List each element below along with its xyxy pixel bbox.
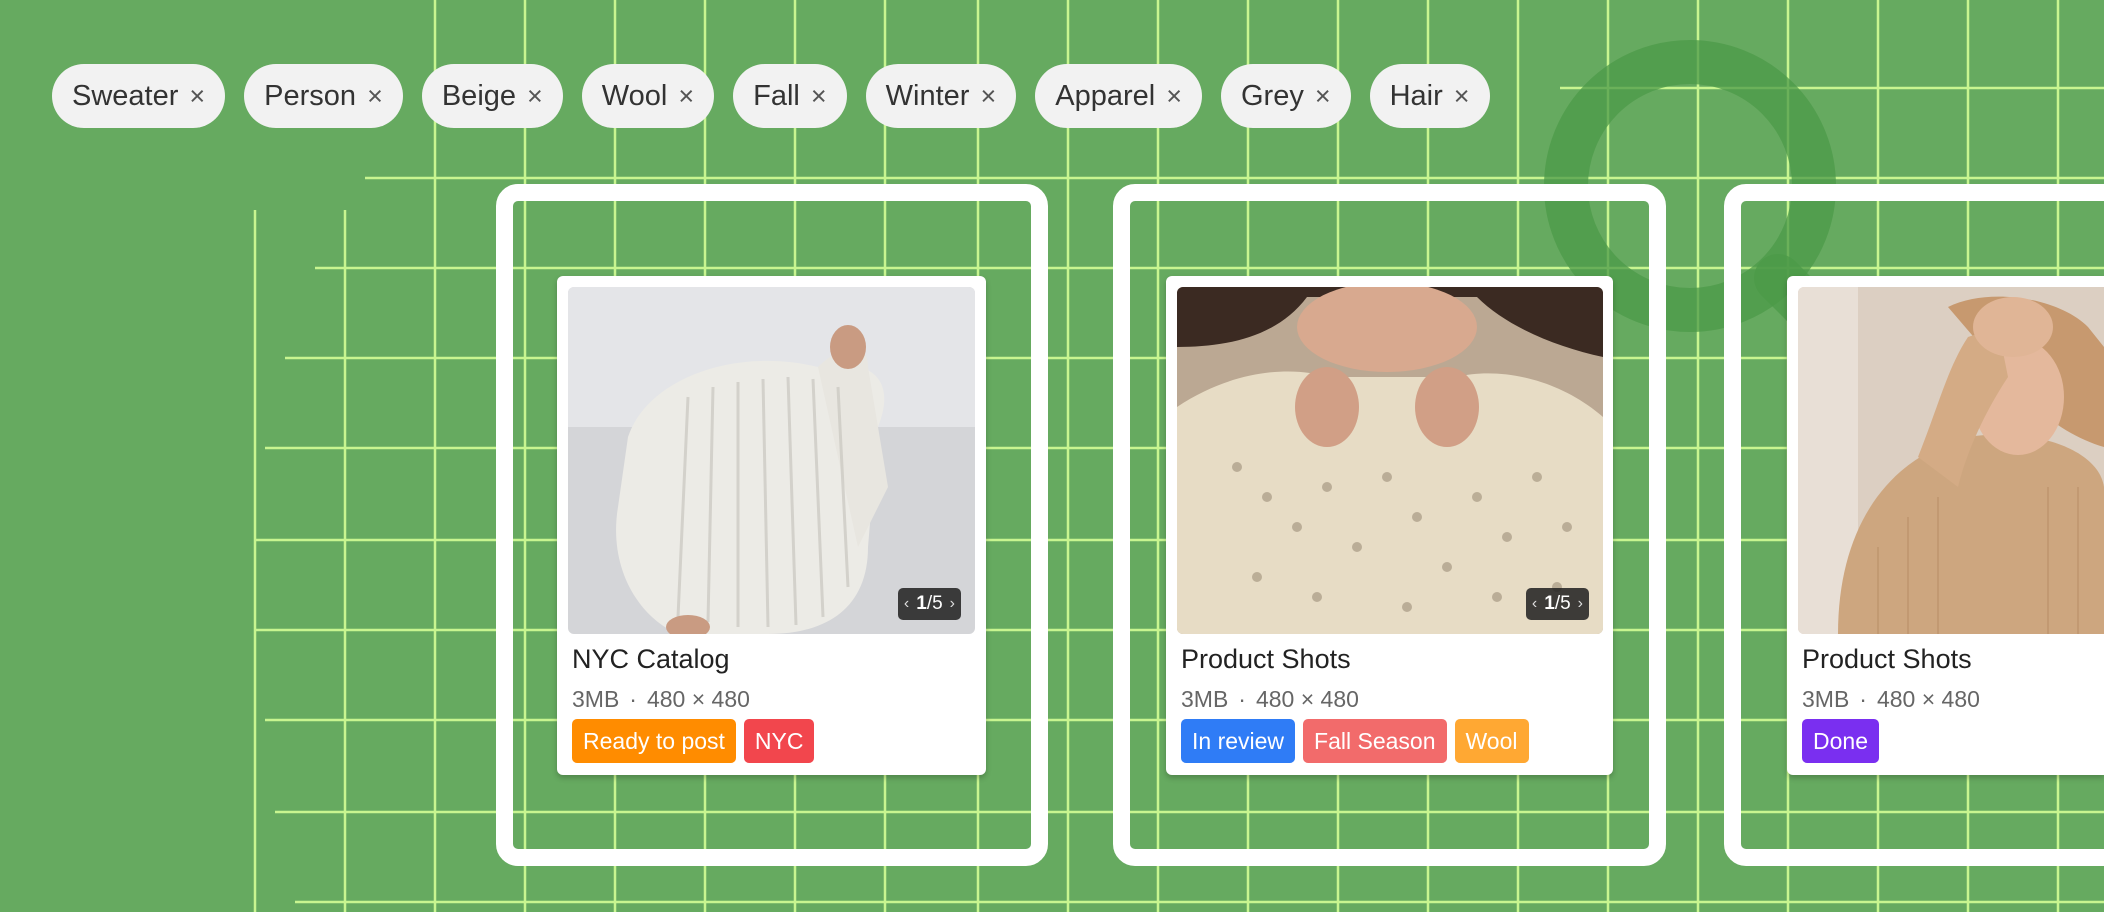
card-meta: 3MB · 480 × 480 [1181,686,1359,713]
status-labels: Done [1802,719,1879,763]
tag-chip-winter[interactable]: Winter × [865,64,1017,128]
status-badge[interactable]: Done [1802,719,1879,763]
tag-filter-bar: Sweater × Person × Beige × Wool × Fall ×… [52,64,1490,128]
card-title: Product Shots [1181,644,1351,674]
status-labels: In review Fall Season Wool [1181,719,1529,763]
pager-count: 1/5 [916,593,942,615]
image-dimensions: 480 × 480 [1255,686,1359,712]
remove-tag-icon[interactable]: × [980,82,996,110]
meta-separator: · [1859,686,1867,712]
chevron-right-icon[interactable]: › [1578,595,1583,613]
chevron-right-icon[interactable]: › [950,595,955,613]
asset-thumbnail[interactable]: ‹ 1/5 › [1177,287,1603,634]
image-dimensions: 480 × 480 [1876,686,1980,712]
tag-label: Grey [1240,79,1304,112]
tag-label: Fall [753,79,800,112]
meta-separator: · [629,686,637,712]
tag-label: Winter [885,79,970,112]
tag-chip-person[interactable]: Person × [244,64,403,128]
asset-thumbnail[interactable]: ‹ 1/5 › [568,287,975,634]
tag-chip-wool[interactable]: Wool × [581,64,715,128]
chevron-left-icon[interactable]: ‹ [1532,595,1537,613]
status-badge[interactable]: Fall Season [1303,719,1447,763]
remove-tag-icon[interactable]: × [811,82,827,110]
image-dimensions: 480 × 480 [646,686,750,712]
tag-chip-grey[interactable]: Grey × [1220,64,1351,128]
status-badge[interactable]: In review [1181,719,1296,763]
chevron-left-icon[interactable]: ‹ [904,595,909,613]
image-pager: ‹ 1/5 › [1525,588,1589,620]
pager-count: 1/5 [1544,593,1570,615]
tag-label: Wool [601,79,668,112]
image-pager: ‹ 1/5 › [897,588,961,620]
card-meta: 3MB · 480 × 480 [1802,686,1980,713]
asset-card[interactable]: ‹ 1/5 › Product Shots 3MB · 480 × 480 In r… [1166,276,1613,775]
meta-separator: · [1238,686,1246,712]
tag-chip-hair[interactable]: Hair × [1369,64,1490,128]
pager-total: /5 [1554,593,1571,614]
tag-chip-apparel[interactable]: Apparel × [1035,64,1202,128]
card-meta: 3MB · 480 × 480 [572,686,750,713]
status-badge[interactable]: NYC [743,719,815,763]
file-size: 3MB [572,686,620,712]
asset-thumbnail[interactable] [1798,287,2104,634]
remove-tag-icon[interactable]: × [1166,82,1182,110]
status-badge[interactable]: Wool [1454,719,1529,763]
pager-current: 1 [1544,593,1555,614]
tag-label: Sweater [72,79,179,112]
tag-chip-beige[interactable]: Beige × [421,64,563,128]
status-badge[interactable]: Ready to post [572,719,736,763]
remove-tag-icon[interactable]: × [367,82,383,110]
remove-tag-icon[interactable]: × [678,82,694,110]
card-title: NYC Catalog [572,644,730,674]
card-title: Product Shots [1802,644,1972,674]
tag-chip-sweater[interactable]: Sweater × [52,64,226,128]
asset-card[interactable]: Product Shots 3MB · 480 × 480 Done [1787,276,2104,775]
tag-label: Hair [1389,79,1443,112]
asset-card[interactable]: ‹ 1/5 › NYC Catalog 3MB · 480 × 480 Ready … [557,276,986,775]
file-size: 3MB [1181,686,1229,712]
tag-label: Person [264,79,357,112]
status-labels: Ready to post NYC [572,719,815,763]
tag-label: Apparel [1055,79,1156,112]
remove-tag-icon[interactable]: × [1454,82,1470,110]
remove-tag-icon[interactable]: × [189,82,205,110]
tag-chip-fall[interactable]: Fall × [733,64,847,128]
tag-label: Beige [441,79,517,112]
pager-current: 1 [916,593,927,614]
remove-tag-icon[interactable]: × [1315,82,1331,110]
remove-tag-icon[interactable]: × [527,82,543,110]
file-size: 3MB [1802,686,1850,712]
pager-total: /5 [926,593,943,614]
